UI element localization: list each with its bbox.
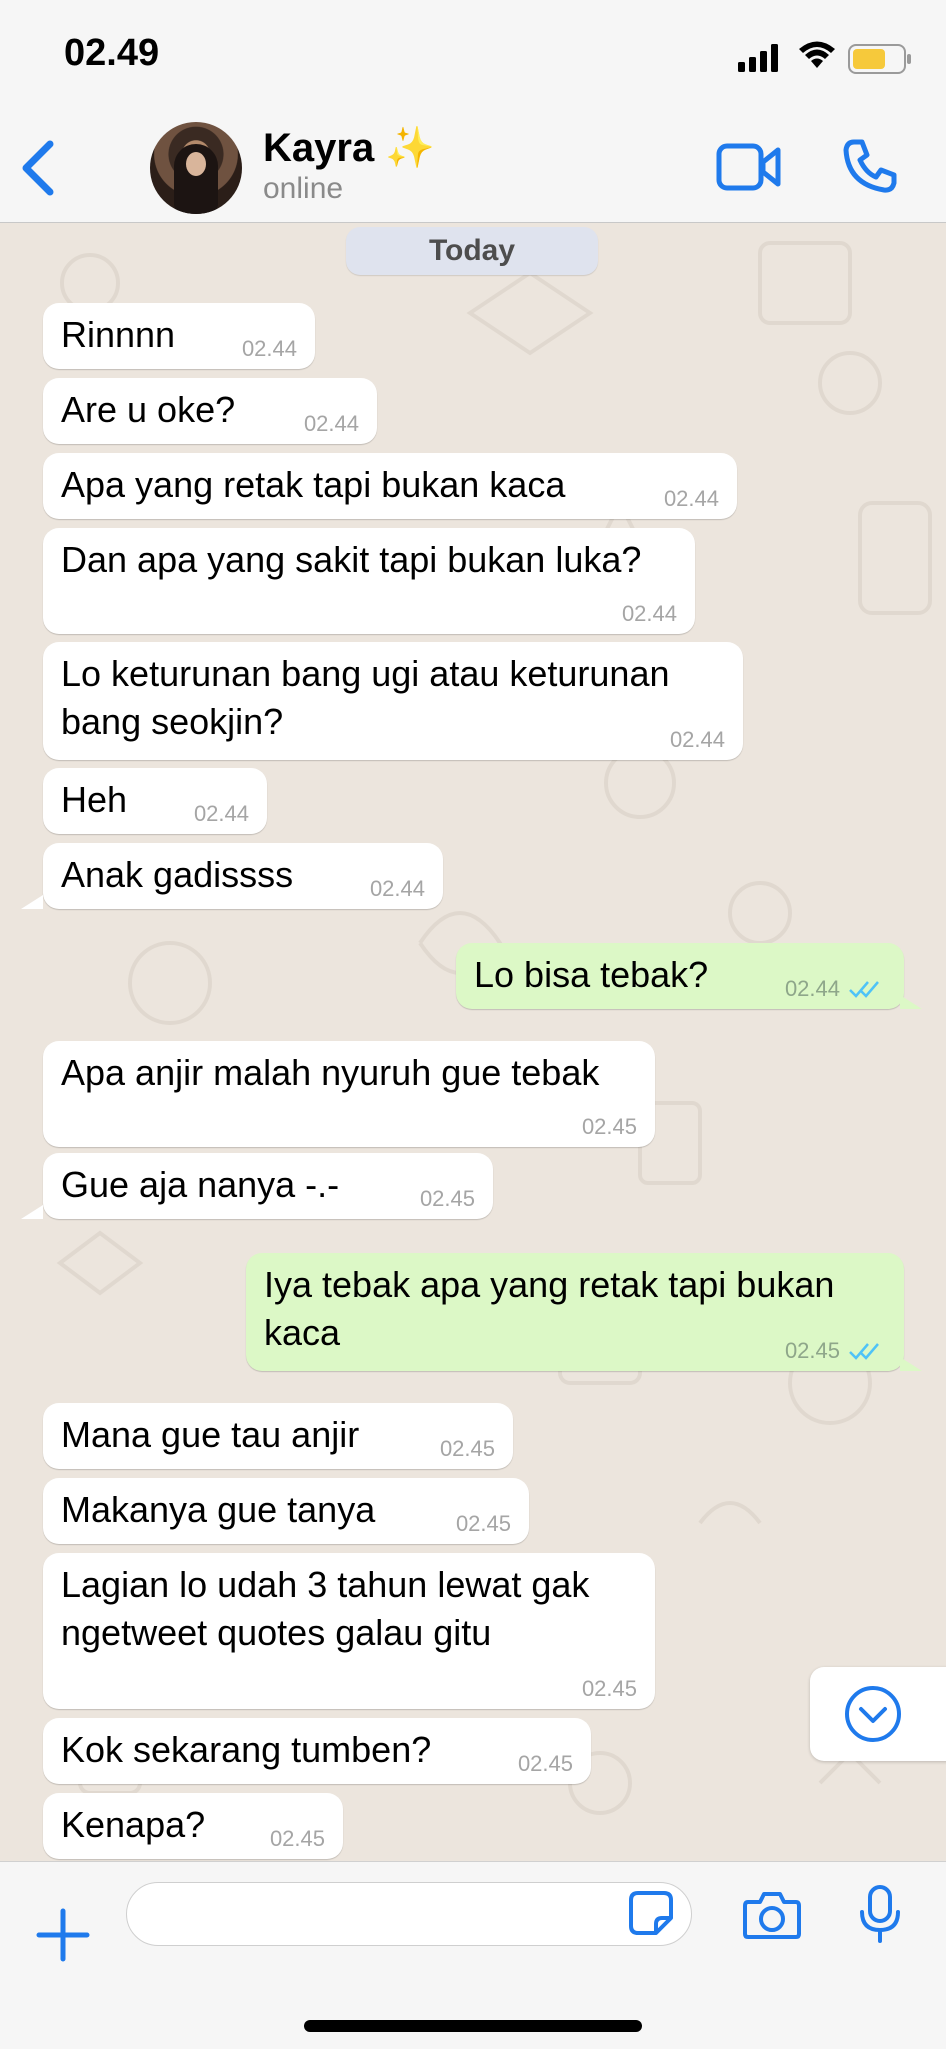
battery-icon [848, 44, 911, 74]
message-incoming[interactable]: Lo keturunan bang ugi atau keturunan ban… [43, 642, 743, 760]
message-time: 02.44 [784, 976, 840, 1001]
message-time: 02.44 [663, 486, 719, 511]
status-bar: 02.49 [0, 0, 946, 112]
message-text: Lo keturunan bang ugi atau keturunan ban… [61, 653, 670, 742]
contact-name[interactable]: Kayra ✨ [263, 124, 435, 171]
plus-icon[interactable] [36, 1908, 90, 1962]
avatar[interactable] [150, 122, 242, 214]
read-ticks-icon [849, 981, 879, 998]
message-input[interactable] [126, 1882, 692, 1946]
date-separator: Today [346, 227, 598, 275]
read-ticks-icon [849, 1343, 879, 1360]
message-incoming[interactable]: Makanya gue tanya 02.45 [43, 1478, 529, 1544]
camera-icon[interactable] [742, 1890, 802, 1940]
message-time: 02.45 [419, 1186, 475, 1211]
message-incoming[interactable]: Apa anjir malah nyuruh gue tebak 02.45 [43, 1041, 655, 1147]
message-time: 02.45 [269, 1826, 325, 1851]
wifi-icon [799, 41, 835, 68]
sticker-icon[interactable] [628, 1890, 674, 1936]
video-call-icon[interactable] [716, 140, 782, 194]
message-incoming[interactable]: Are u oke? 02.44 [43, 378, 377, 444]
bubble-tail [21, 1205, 43, 1219]
message-time: 02.45 [455, 1511, 511, 1536]
message-text: Mana gue tau anjir [61, 1414, 360, 1455]
message-incoming[interactable]: Kok sekarang tumben? 02.45 [43, 1718, 591, 1784]
message-text: Dan apa yang sakit tapi bukan luka? [61, 539, 642, 580]
message-time: 02.44 [669, 727, 725, 752]
message-time: 02.44 [193, 801, 249, 826]
message-time: 02.45 [517, 1751, 573, 1776]
message-outgoing[interactable]: Lo bisa tebak? 02.44 [456, 943, 904, 1009]
message-incoming[interactable]: Rinnnn 02.44 [43, 303, 315, 369]
scroll-to-bottom-button[interactable] [810, 1667, 946, 1761]
message-time: 02.44 [369, 876, 425, 901]
message-time: 02.45 [784, 1338, 840, 1363]
chevron-down-circle-icon [845, 1686, 901, 1742]
message-incoming[interactable]: Kenapa? 02.45 [43, 1793, 343, 1859]
message-incoming[interactable]: Anak gadissss 02.44 [43, 843, 443, 909]
message-time: 02.45 [581, 1114, 637, 1139]
message-text: Lagian lo udah 3 tahun lewat gak ngetwee… [61, 1564, 590, 1653]
message-incoming[interactable]: Mana gue tau anjir 02.45 [43, 1403, 513, 1469]
message-incoming[interactable]: Apa yang retak tapi bukan kaca 02.44 [43, 453, 737, 519]
message-incoming[interactable]: Lagian lo udah 3 tahun lewat gak ngetwee… [43, 1553, 655, 1709]
message-outgoing[interactable]: Iya tebak apa yang retak tapi bukan kaca… [246, 1253, 904, 1371]
bubble-tail [21, 895, 43, 909]
message-text: Apa anjir malah nyuruh gue tebak [61, 1052, 600, 1093]
contact-status: online [263, 172, 344, 205]
chat-area[interactable]: Today Rinnnn 02.44 Are u oke? 02.44 Apa … [0, 223, 946, 1861]
microphone-icon[interactable] [858, 1884, 902, 1944]
message-time: 02.45 [581, 1676, 637, 1701]
message-incoming[interactable]: Dan apa yang sakit tapi bukan luka? 02.4… [43, 528, 695, 634]
message-text: Makanya gue tanya [61, 1489, 376, 1530]
bubble-tail [900, 995, 922, 1009]
message-time: 02.44 [621, 601, 677, 626]
phone-icon[interactable] [842, 138, 898, 194]
message-time: 02.44 [241, 336, 297, 361]
message-text: Apa yang retak tapi bukan kaca [61, 464, 566, 505]
message-incoming[interactable]: Heh 02.44 [43, 768, 267, 834]
message-input-bar [0, 1861, 946, 2049]
message-time: 02.44 [303, 411, 359, 436]
message-text: Gue aja nanya -.- [61, 1164, 340, 1205]
back-chevron-icon[interactable] [18, 140, 58, 196]
home-indicator[interactable] [304, 2020, 642, 2032]
message-time: 02.45 [439, 1436, 495, 1461]
message-text: Kok sekarang tumben? [61, 1729, 432, 1770]
status-time: 02.49 [64, 32, 160, 74]
message-incoming[interactable]: Gue aja nanya -.- 02.45 [43, 1153, 493, 1219]
chat-header: Kayra ✨ online [0, 112, 946, 223]
bubble-tail [900, 1357, 922, 1371]
signal-icon [738, 44, 778, 72]
